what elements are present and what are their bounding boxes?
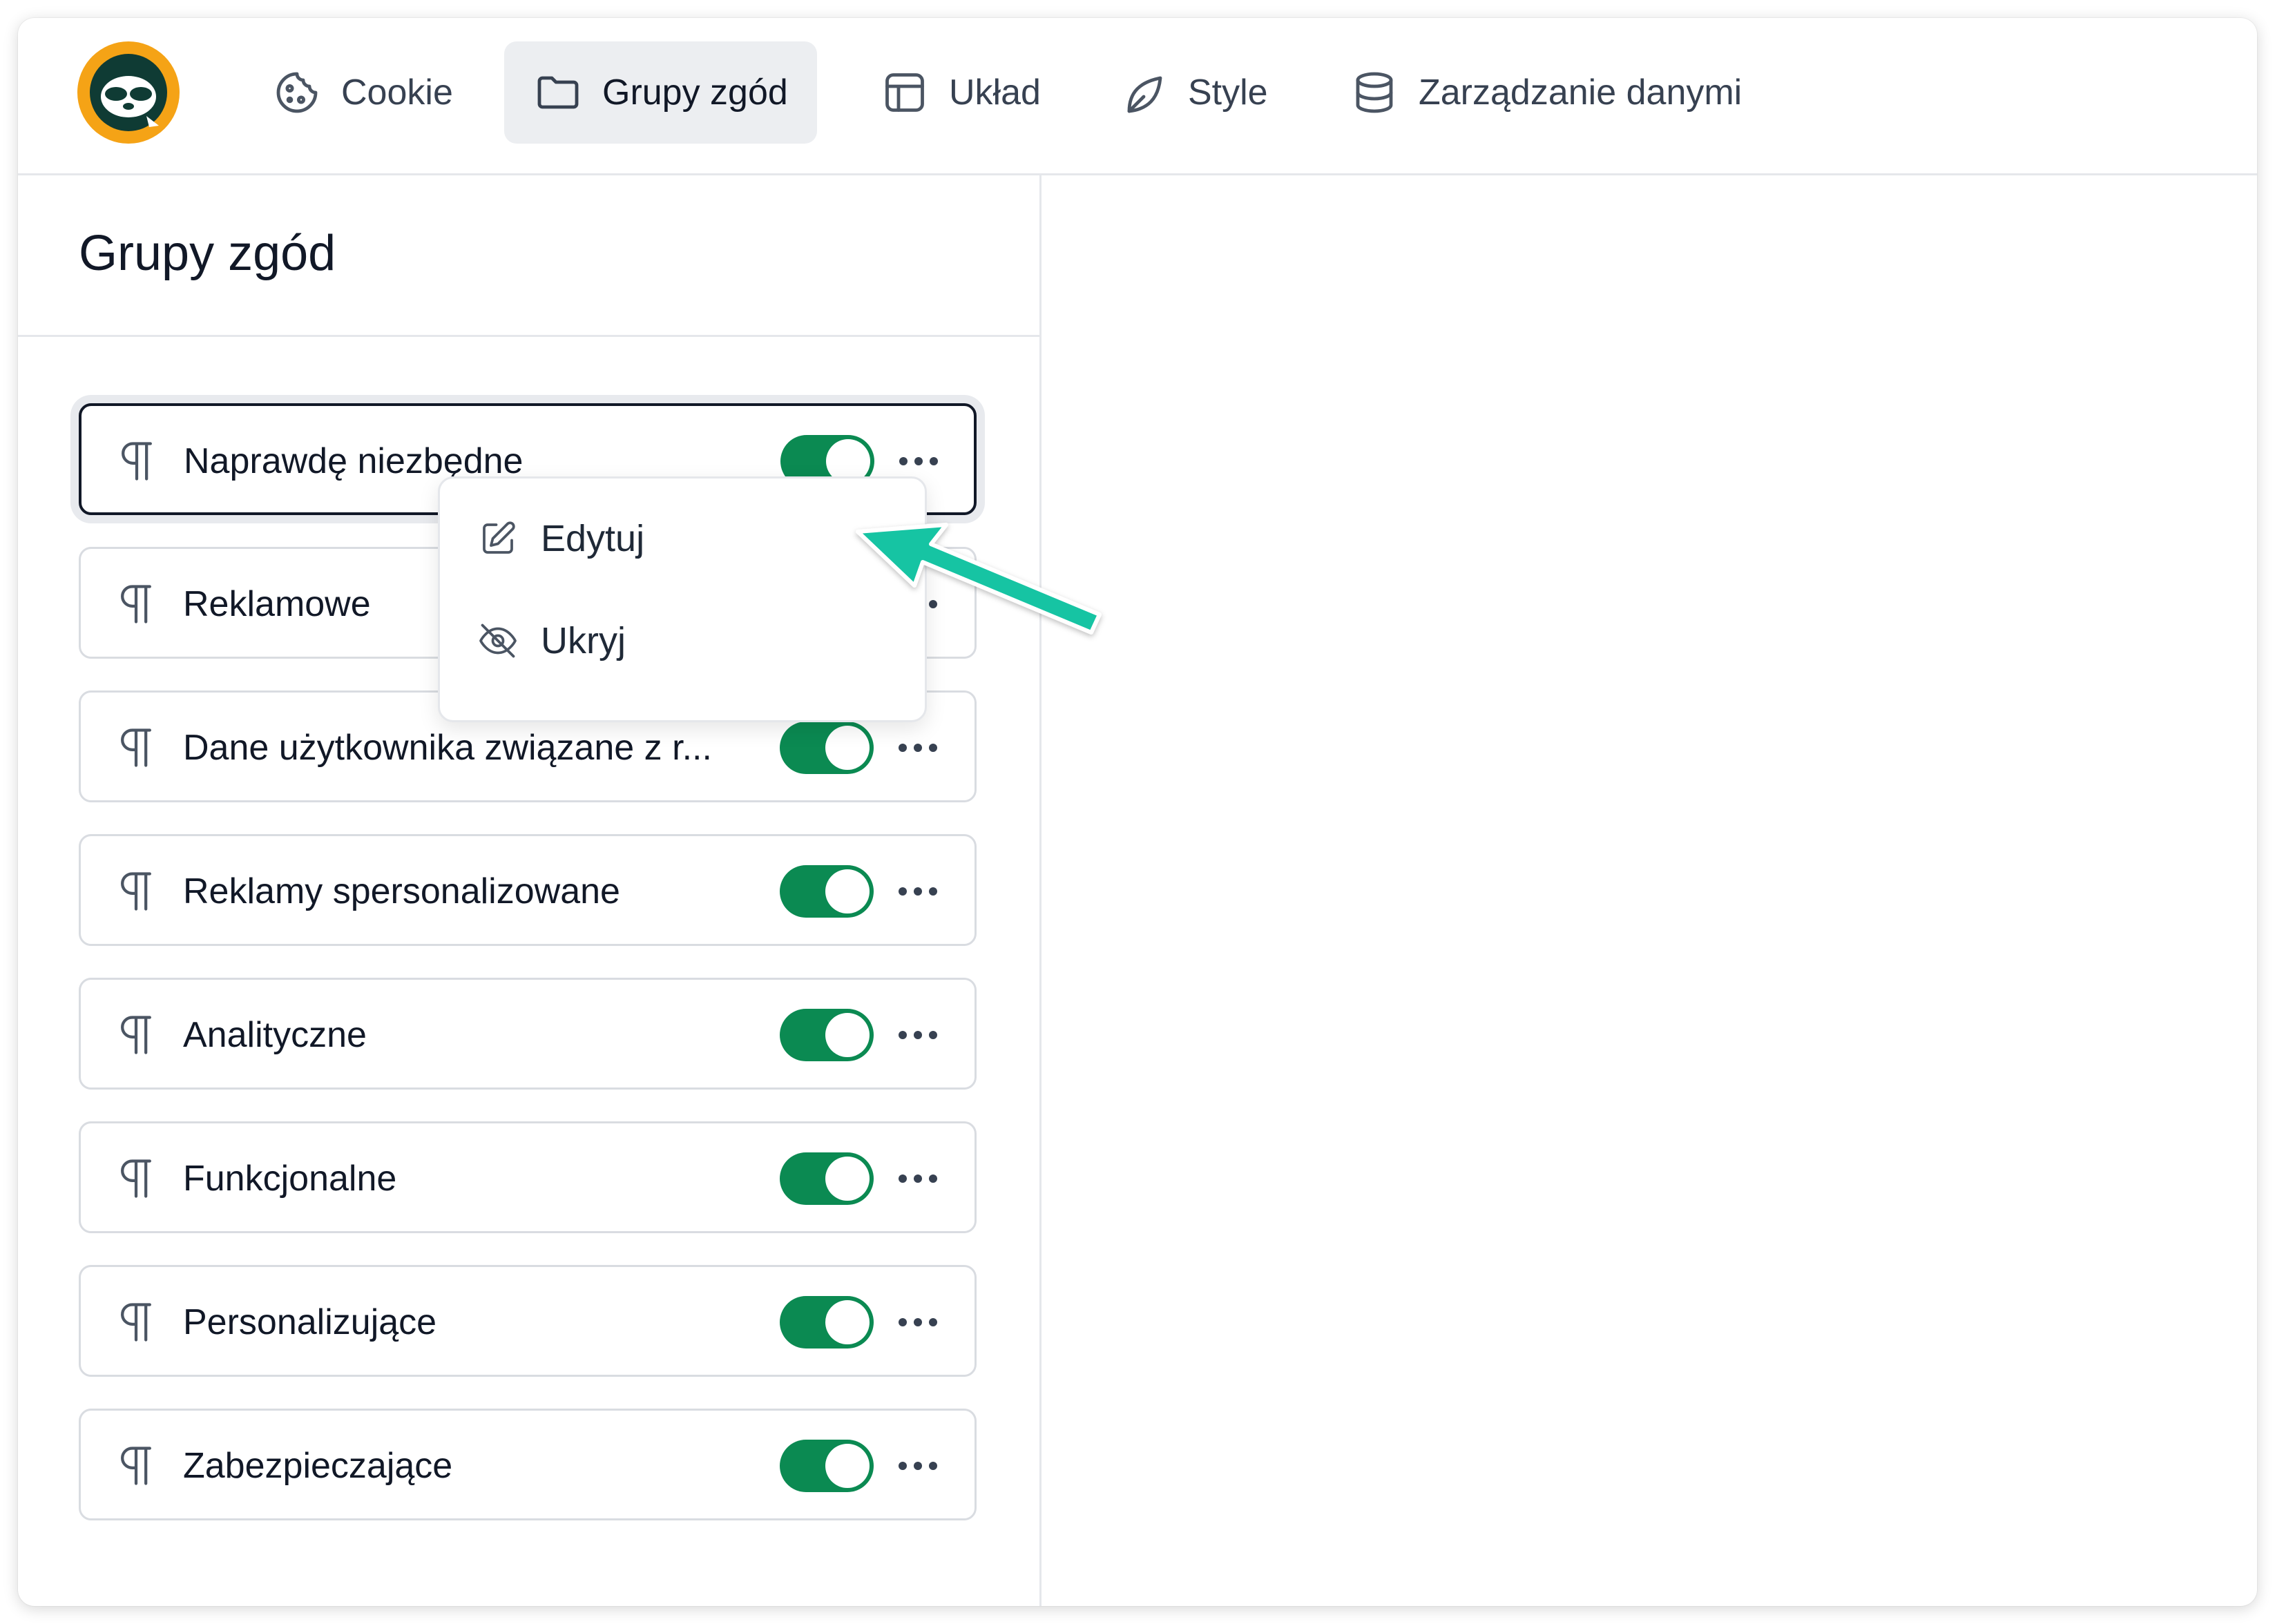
group-toggle[interactable] bbox=[780, 722, 874, 774]
group-label: Analityczne bbox=[183, 1015, 367, 1055]
group-toggle[interactable] bbox=[780, 1440, 874, 1492]
consent-group-row[interactable]: Reklamy spersonalizowane bbox=[79, 834, 977, 946]
more-icon[interactable] bbox=[894, 1161, 941, 1197]
annotation-arrow-icon bbox=[856, 523, 1102, 635]
group-toggle[interactable] bbox=[780, 865, 874, 918]
toggle-knob bbox=[825, 726, 870, 770]
toggle-knob bbox=[825, 1157, 870, 1201]
top-navigation: Cookie Grupy zgód Układ Style Zarządzani… bbox=[18, 18, 2257, 175]
toggle-knob bbox=[825, 1444, 870, 1488]
cookie-icon bbox=[276, 72, 318, 113]
paragraph-icon bbox=[121, 1159, 151, 1198]
menu-item-label: Ukryj bbox=[541, 620, 626, 661]
more-icon[interactable] bbox=[895, 443, 942, 479]
group-label: Personalizujące bbox=[183, 1302, 437, 1342]
more-icon[interactable] bbox=[894, 1017, 941, 1053]
consent-groups-panel: Grupy zgód Naprawdę niezbędne Reklamowe bbox=[18, 175, 1041, 1606]
nav-label: Cookie bbox=[341, 72, 453, 113]
panel-header: Grupy zgód bbox=[18, 175, 1041, 337]
folder-icon bbox=[537, 76, 579, 109]
toggle-knob bbox=[825, 869, 870, 914]
consent-group-row[interactable]: Analityczne bbox=[79, 978, 977, 1090]
consent-group-row[interactable]: Zabezpieczające bbox=[79, 1409, 977, 1520]
layout-icon bbox=[885, 73, 924, 112]
nav-consent-groups[interactable]: Grupy zgód bbox=[504, 41, 817, 144]
paragraph-icon bbox=[121, 585, 151, 624]
paragraph-icon bbox=[121, 1016, 151, 1054]
group-label: Dane użytkownika związane z r... bbox=[183, 728, 712, 768]
consent-group-row[interactable]: Personalizujące bbox=[79, 1265, 977, 1377]
paragraph-icon bbox=[122, 442, 152, 481]
group-label: Reklamy spersonalizowane bbox=[183, 871, 620, 911]
menu-item-label: Edytuj bbox=[541, 518, 645, 559]
nav-label: Grupy zgód bbox=[602, 72, 788, 113]
app-window: Cookie Grupy zgód Układ Style Zarządzani… bbox=[18, 18, 2257, 1606]
paragraph-icon bbox=[121, 872, 151, 911]
toggle-knob bbox=[825, 1300, 870, 1344]
nav-style[interactable]: Style bbox=[1090, 41, 1297, 144]
group-label: Funkcjonalne bbox=[183, 1159, 397, 1199]
nav-layout[interactable]: Układ bbox=[851, 41, 1070, 144]
database-icon bbox=[1356, 72, 1393, 113]
nav-cookie[interactable]: Cookie bbox=[243, 41, 482, 144]
nav-label: Układ bbox=[949, 72, 1041, 113]
edit-icon bbox=[483, 521, 515, 554]
page-title: Grupy zgód bbox=[79, 226, 336, 281]
nav-data-management[interactable]: Zarządzanie danymi bbox=[1321, 41, 1771, 144]
group-toggle[interactable] bbox=[780, 1296, 874, 1348]
paragraph-icon bbox=[121, 728, 151, 767]
menu-item-hide[interactable]: Ukryj bbox=[477, 610, 626, 672]
menu-item-edit[interactable]: Edytuj bbox=[477, 508, 644, 570]
more-icon[interactable] bbox=[894, 730, 941, 766]
leaf-icon bbox=[1127, 76, 1162, 113]
more-icon[interactable] bbox=[894, 1304, 941, 1340]
nav-label: Zarządzanie danymi bbox=[1419, 72, 1743, 113]
sloth-logo-icon bbox=[90, 54, 167, 131]
nav-label: Style bbox=[1188, 72, 1268, 113]
more-icon[interactable] bbox=[894, 1448, 941, 1484]
paragraph-icon bbox=[121, 1447, 151, 1485]
content-area bbox=[1041, 175, 2257, 1606]
group-label: Zabezpieczające bbox=[183, 1446, 453, 1486]
group-toggle[interactable] bbox=[780, 1009, 874, 1061]
group-toggle[interactable] bbox=[780, 1152, 874, 1205]
eye-off-icon bbox=[479, 624, 517, 658]
toggle-knob bbox=[825, 1013, 870, 1057]
logo[interactable] bbox=[77, 41, 180, 144]
group-label: Naprawdę niezbędne bbox=[184, 441, 524, 481]
consent-group-row[interactable]: Funkcjonalne bbox=[79, 1121, 977, 1233]
paragraph-icon bbox=[121, 1303, 151, 1342]
more-icon[interactable] bbox=[894, 873, 941, 909]
